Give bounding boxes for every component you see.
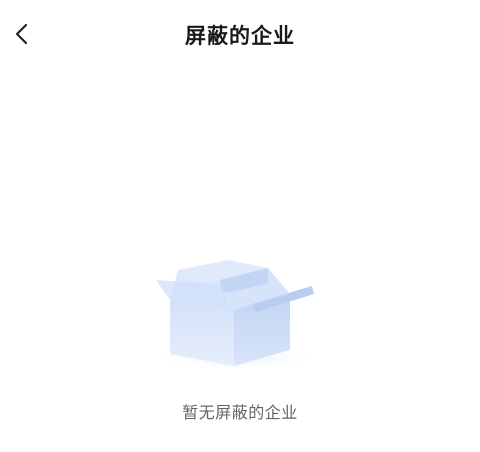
blocked-companies-screen: 屏蔽的企业 暂无屏蔽的企业 [0, 0, 480, 452]
empty-box-icon [140, 250, 340, 380]
empty-state-message: 暂无屏蔽的企业 [182, 403, 298, 422]
navigation-bar: 屏蔽的企业 [0, 0, 480, 72]
page-title: 屏蔽的企业 [185, 24, 295, 48]
